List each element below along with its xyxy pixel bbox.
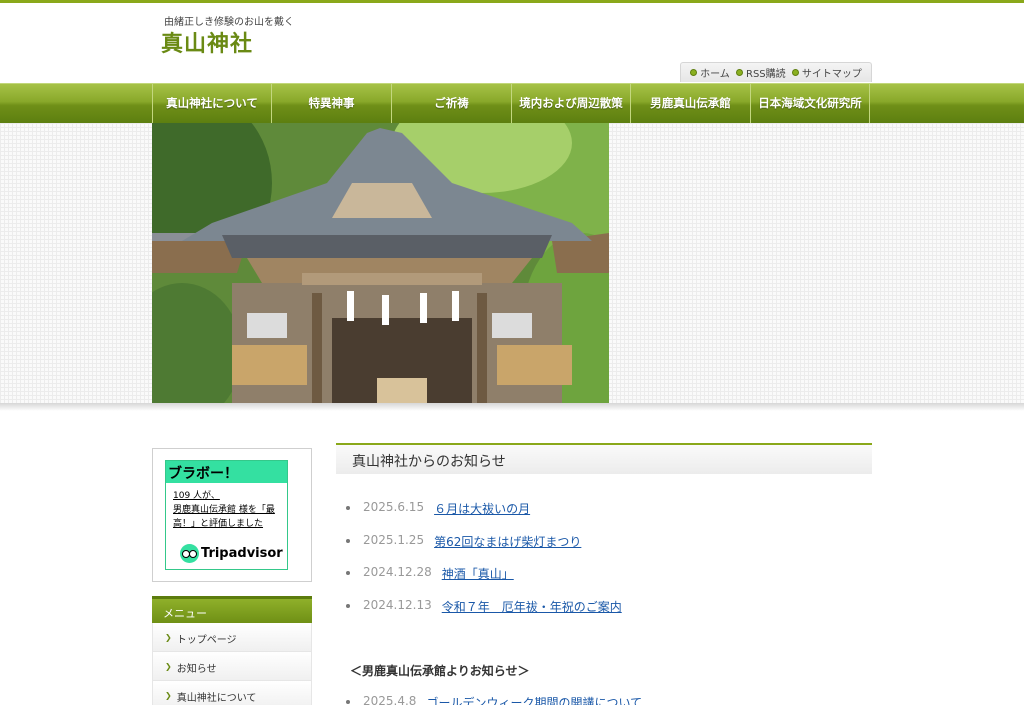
util-link-rss[interactable]: RSS購読 xyxy=(736,65,786,80)
news-section-heading: 真山神社からのお知らせ xyxy=(336,443,872,474)
news-date: 2025.1.25 xyxy=(363,532,425,547)
tripadvisor-place-link[interactable]: 男鹿真山伝承館 様 xyxy=(173,505,248,515)
chevron-right-icon: ❯ xyxy=(165,691,172,700)
nav-item-about[interactable]: 真山神社について xyxy=(152,83,271,123)
green-dot-icon xyxy=(736,69,743,76)
tripadvisor-badge[interactable]: ブラボー！ 109 人が、 男鹿真山伝承館 様を「最高！」と評価しました Tri… xyxy=(165,460,288,570)
news-title-link[interactable]: ６月は大祓いの月 xyxy=(434,500,530,517)
news-title-link[interactable]: 神酒「真山」 xyxy=(442,565,514,582)
news-item: 2025.6.15 ６月は大祓いの月 xyxy=(346,500,866,533)
nav-item-grounds[interactable]: 境内および周辺散策 xyxy=(511,83,630,123)
bullet-icon xyxy=(346,603,350,608)
news-date: 2025.4.8 xyxy=(363,694,417,705)
utility-links-bar: ホーム RSS購読 サイトマップ xyxy=(680,62,872,82)
sidebar-item-label: お知らせ xyxy=(176,664,217,675)
bullet-icon xyxy=(346,571,350,575)
util-link-label: サイトマップ xyxy=(801,69,862,80)
news-date: 2024.12.13 xyxy=(363,597,432,612)
tripadvisor-widget: ブラボー！ 109 人が、 男鹿真山伝承館 様を「最高！」と評価しました Tri… xyxy=(152,448,312,582)
shrine-hero-image xyxy=(152,123,609,404)
museum-news-subheading: ＜男鹿真山伝承館よりお知らせ＞ xyxy=(350,664,530,678)
util-link-sitemap[interactable]: サイトマップ xyxy=(791,65,862,80)
nav-item-research-institute[interactable]: 日本海域文化研究所 xyxy=(750,83,870,123)
sidebar-item-top[interactable]: ❯ トップページ xyxy=(152,623,312,652)
site-logo-title[interactable]: 真山神社 xyxy=(161,26,253,58)
nav-item-special-rituals[interactable]: 特異神事 xyxy=(271,83,391,123)
news-item-partial: 2025.4.8 ゴールデンウィーク期間の開講について xyxy=(346,694,866,705)
sidebar-item-label: トップページ xyxy=(176,635,237,646)
chevron-right-icon: ❯ xyxy=(165,633,172,642)
news-date: 2025.6.15 xyxy=(363,500,425,514)
news-item: 2025.1.25 第62回なまはげ柴灯まつり xyxy=(346,533,866,566)
hero-bottom-shadow xyxy=(0,403,1024,411)
top-accent-line xyxy=(0,0,1024,3)
news-item: 2024.12.13 令和７年 厄年祓・年祝のご案内 xyxy=(346,598,866,631)
tripadvisor-owl-icon xyxy=(180,544,199,563)
green-dot-icon xyxy=(690,69,698,76)
news-title-link[interactable]: ゴールデンウィーク期間の開講について xyxy=(426,694,642,705)
util-link-label: RSS購読 xyxy=(746,69,786,80)
chevron-right-icon: ❯ xyxy=(165,662,172,671)
news-title-link[interactable]: 令和７年 厄年祓・年祝のご案内 xyxy=(442,598,622,615)
bullet-icon xyxy=(346,700,350,704)
tripadvisor-text: 109 人が、 男鹿真山伝承館 様を「最高！」と評価しました xyxy=(166,483,287,531)
nav-item-prayer[interactable]: ご祈祷 xyxy=(391,83,511,123)
tripadvisor-logo[interactable]: Tripadvisor xyxy=(180,544,283,563)
sidebar-item-label: 真山神社について xyxy=(176,693,257,704)
main-navigation: 真山神社について 特異神事 ご祈祷 境内および周辺散策 男鹿真山伝承館 日本海域… xyxy=(152,83,870,123)
green-dot-icon xyxy=(791,69,799,76)
sidebar-menu: ❯ トップページ ❯ お知らせ ❯ 真山神社について xyxy=(152,623,312,705)
tripadvisor-headline: ブラボー！ xyxy=(166,461,287,483)
nav-item-museum[interactable]: 男鹿真山伝承館 xyxy=(630,83,750,123)
sidebar-item-about[interactable]: ❯ 真山神社について xyxy=(152,681,312,705)
tripadvisor-brand: Tripadvisor xyxy=(201,546,283,561)
sidebar-item-news[interactable]: ❯ お知らせ xyxy=(152,652,312,681)
news-list: 2025.6.15 ６月は大祓いの月 2025.1.25 第62回なまはげ柴灯ま… xyxy=(346,500,866,630)
tripadvisor-count[interactable]: 109 人が、 xyxy=(173,491,220,501)
news-item: 2024.12.28 神酒「真山」 xyxy=(346,565,866,598)
sidebar-menu-heading: メニュー xyxy=(152,596,312,623)
util-link-label: ホーム xyxy=(700,69,730,80)
news-title-link[interactable]: 第62回なまはげ柴灯まつり xyxy=(434,533,581,550)
news-date: 2024.12.28 xyxy=(363,565,432,579)
util-link-home[interactable]: ホーム xyxy=(690,65,730,80)
bullet-icon xyxy=(346,538,350,543)
bullet-icon xyxy=(346,506,350,510)
